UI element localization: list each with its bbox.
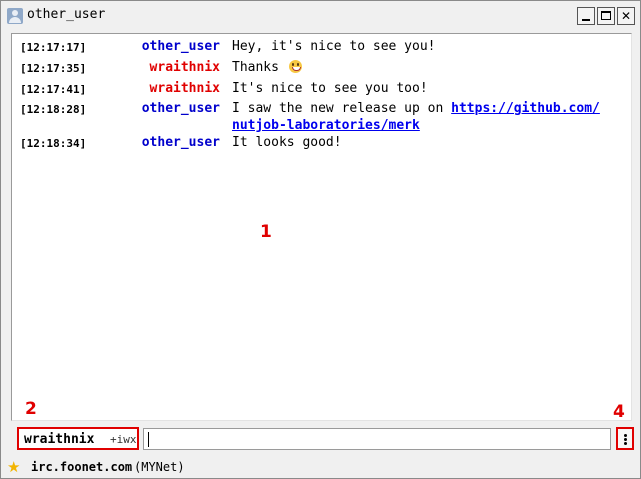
timestamp: [12:18:34] — [20, 137, 87, 150]
nickname[interactable]: wraithnix — [150, 59, 220, 76]
message-text-container: Thanks — [232, 59, 622, 76]
message-input-box[interactable] — [143, 428, 611, 450]
nickname[interactable]: wraithnix — [150, 80, 220, 97]
nickname[interactable]: other_user — [142, 38, 220, 55]
minimize-button[interactable] — [577, 7, 595, 25]
annotation-2: 2 — [25, 399, 37, 419]
message-input[interactable] — [150, 430, 604, 450]
message-text: Thanks — [232, 60, 279, 75]
text-caret — [148, 432, 149, 447]
current-nick: wraithnix — [24, 432, 95, 447]
message-text-container: I saw the new release up on https://gith… — [232, 100, 622, 134]
window-title: other_user — [27, 7, 106, 22]
maximize-icon — [601, 11, 611, 20]
close-icon: ✕ — [620, 9, 632, 23]
message-text: I saw the new release up on — [232, 101, 444, 116]
network-name: (MYNet) — [134, 460, 185, 474]
nickname[interactable]: other_user — [142, 100, 220, 117]
nick-display[interactable]: wraithnix +iwx — [17, 427, 139, 450]
timestamp: [12:17:35] — [20, 62, 87, 75]
timestamp: [12:17:17] — [20, 41, 87, 54]
maximize-button[interactable] — [597, 7, 615, 25]
title-bar: other_user ✕ — [1, 1, 640, 31]
status-bar: ★ irc.foonet.com (MYNet) — [1, 456, 640, 478]
star-icon: ★ — [7, 458, 21, 476]
chat-log[interactable]: [12:17:17] other_user Hey, it's nice to … — [11, 33, 632, 421]
message-text: It looks good! — [232, 135, 342, 150]
message-text: It's nice to see you too! — [232, 81, 428, 96]
message-text: Hey, it's nice to see you! — [232, 39, 436, 54]
timestamp: [12:17:41] — [20, 83, 87, 96]
link-text-part2[interactable]: nutjob-laboratories/merk — [232, 118, 420, 133]
chat-window: other_user ✕ [12:17:17] other_user Hey, … — [0, 0, 641, 479]
minimize-icon — [582, 19, 590, 21]
annotation-4: 4 — [613, 402, 625, 422]
timestamp: [12:18:28] — [20, 103, 87, 116]
server-name: irc.foonet.com — [31, 460, 133, 474]
more-options-button[interactable] — [616, 427, 634, 450]
close-button[interactable]: ✕ — [617, 7, 635, 25]
link-text-part1[interactable]: https://github.com/ — [451, 101, 600, 116]
nickname[interactable]: other_user — [142, 134, 220, 151]
grinning-face-emoji-icon — [288, 60, 302, 73]
kebab-menu-icon — [624, 434, 627, 437]
user-icon — [7, 8, 23, 24]
annotation-1: 1 — [260, 222, 272, 242]
user-modes: +iwx — [110, 433, 137, 446]
